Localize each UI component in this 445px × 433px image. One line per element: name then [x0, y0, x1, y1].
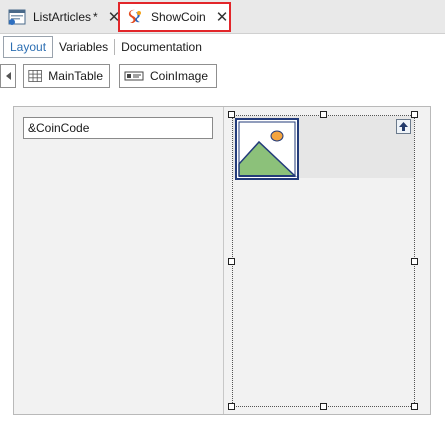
tab-label: ShowCoin	[151, 10, 206, 24]
chevron-left-icon	[5, 72, 11, 80]
coincode-textbox[interactable]: &CoinCode	[23, 117, 213, 139]
scroll-left-button[interactable]	[0, 64, 16, 88]
resize-handle-bottom-right[interactable]	[411, 403, 418, 410]
coinimage-cell[interactable]	[232, 115, 415, 407]
web-panel-icon	[8, 8, 26, 26]
layout-canvas[interactable]: &CoinCode	[13, 106, 431, 415]
close-icon[interactable]: ✕	[216, 10, 229, 25]
image-control-icon	[124, 71, 144, 81]
tab-showcoin[interactable]: ShowCoin ✕	[118, 2, 231, 32]
table-column-divider	[223, 107, 224, 414]
resize-handle-right[interactable]	[411, 258, 418, 265]
resize-handle-top[interactable]	[320, 111, 327, 118]
resize-handle-bottom[interactable]	[320, 403, 327, 410]
view-tab-bar: Layout Variables Documentation	[0, 35, 445, 59]
layout-breadcrumb: MainTable CoinImage	[0, 63, 445, 89]
image-placeholder-icon[interactable]	[235, 118, 299, 180]
tab-label: ListArticles	[33, 10, 92, 24]
breadcrumb-maintable[interactable]: MainTable	[23, 64, 110, 88]
resize-handle-left[interactable]	[228, 258, 235, 265]
tab-listarticles[interactable]: ListArticles * ✕	[2, 3, 120, 31]
tab-documentation[interactable]: Documentation	[115, 36, 208, 58]
breadcrumb-label: MainTable	[48, 69, 103, 83]
document-tab-strip: ListArticles * ✕ ShowCoin ✕	[0, 0, 445, 34]
breadcrumb-coinimage[interactable]: CoinImage	[119, 64, 217, 88]
resize-handle-top-left[interactable]	[228, 111, 235, 118]
tab-variables[interactable]: Variables	[53, 36, 114, 58]
tab-layout[interactable]: Layout	[3, 36, 54, 58]
resize-handle-bottom-left[interactable]	[228, 403, 235, 410]
resize-handle-top-right[interactable]	[411, 111, 418, 118]
table-grid-icon	[28, 70, 42, 82]
procedure-object-icon	[126, 8, 144, 26]
breadcrumb-label: CoinImage	[150, 69, 209, 83]
select-parent-icon[interactable]	[396, 119, 411, 134]
modified-marker: *	[93, 10, 98, 24]
